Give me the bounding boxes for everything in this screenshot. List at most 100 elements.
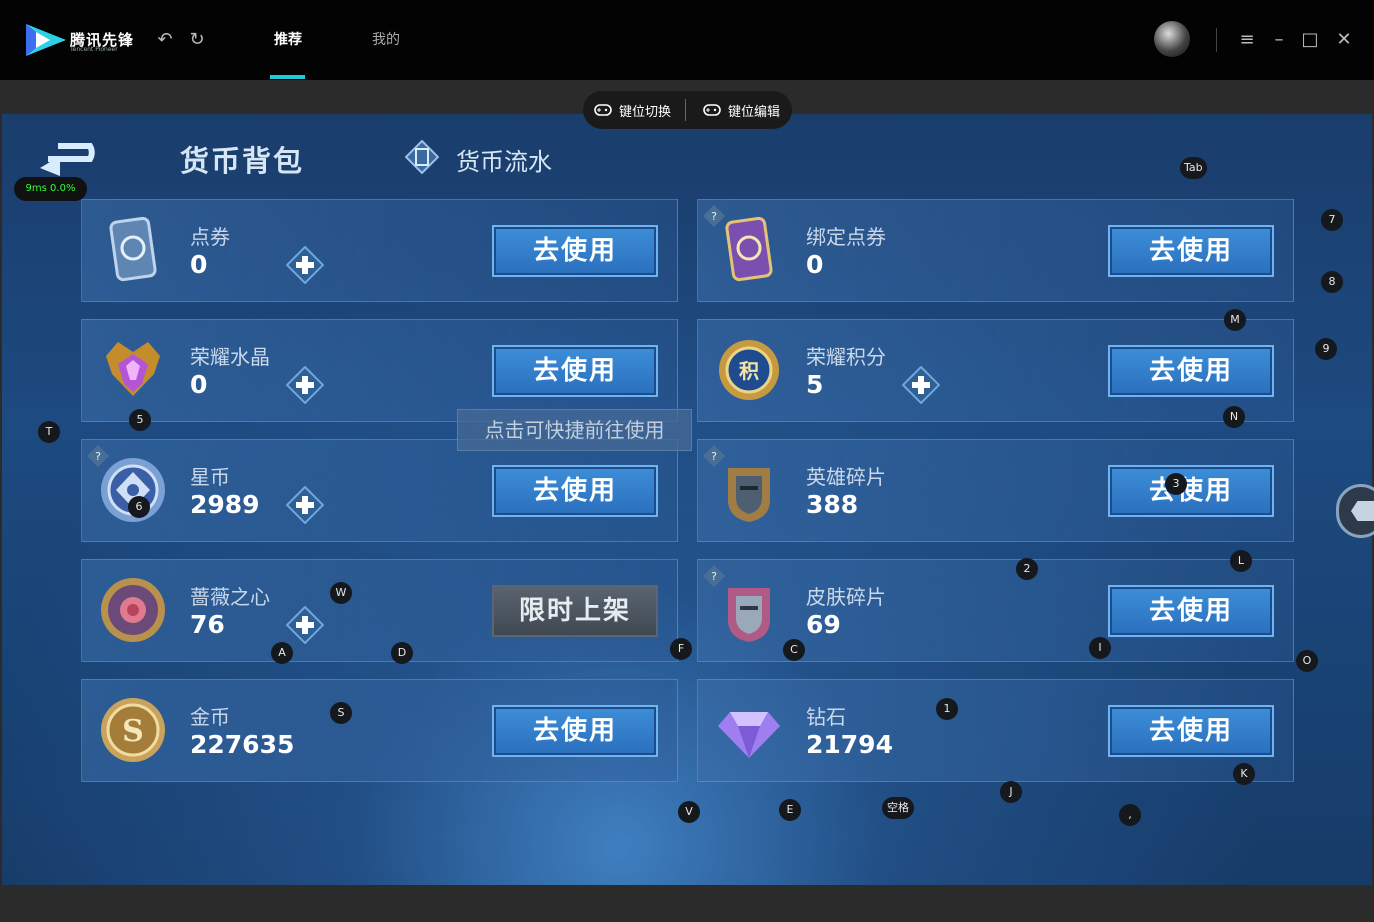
key-badge[interactable]: F xyxy=(670,638,692,660)
key-badge[interactable]: 2 xyxy=(1016,558,1038,580)
svg-text:积: 积 xyxy=(739,359,759,383)
add-icon[interactable] xyxy=(286,246,324,284)
diamond-icon xyxy=(718,712,780,758)
use-button[interactable]: 去使用 xyxy=(492,705,658,757)
use-button[interactable]: 去使用 xyxy=(492,345,658,397)
undo-icon[interactable]: ↶ xyxy=(154,29,176,51)
glory-points-icon: 积 xyxy=(719,340,779,400)
use-button[interactable]: 去使用 xyxy=(1108,585,1274,637)
currency-name: 金币 xyxy=(190,705,230,729)
tab-mine[interactable]: 我的 xyxy=(372,29,400,49)
currency-value: 227635 xyxy=(190,730,295,759)
quick-use-tooltip: 点击可快捷前往使用 xyxy=(457,409,692,451)
key-badge[interactable]: A xyxy=(271,642,293,664)
key-badge[interactable]: 8 xyxy=(1321,271,1343,293)
key-badge[interactable]: 空格 xyxy=(882,797,914,819)
gold-coin-icon: S xyxy=(101,698,165,762)
currency-name: 英雄碎片 xyxy=(806,465,886,489)
back-arrow-icon[interactable] xyxy=(38,142,106,176)
currency-name: 绑定点券 xyxy=(806,225,886,249)
currency-value: 388 xyxy=(806,490,859,519)
keymap-toolbar: 键位切换 键位编辑 xyxy=(583,91,792,129)
currency-name: 荣耀积分 xyxy=(806,345,886,369)
currency-card-star-coin: ? 星币 2989 去使用 xyxy=(81,439,678,542)
key-badge[interactable]: D xyxy=(391,642,413,664)
currency-value: 5 xyxy=(806,370,824,399)
key-badge[interactable]: N xyxy=(1223,406,1245,428)
key-badge[interactable]: W xyxy=(330,582,352,604)
currency-card-rose-heart: 蔷薇之心 76 限时上架 xyxy=(81,559,678,662)
latency-indicator: 9ms 0.0% xyxy=(14,177,87,201)
gamepad-icon xyxy=(703,104,721,116)
key-badge[interactable]: 9 xyxy=(1315,338,1337,360)
currency-card-glory-crystal: 荣耀水晶 0 去使用 xyxy=(81,319,678,422)
add-icon[interactable] xyxy=(286,366,324,404)
skin-fragment-icon xyxy=(728,588,770,642)
coupon-card-icon xyxy=(109,216,157,282)
key-badge[interactable]: O xyxy=(1296,650,1318,672)
currency-value: 0 xyxy=(806,250,824,279)
glory-crystal-icon xyxy=(106,342,160,396)
key-badge[interactable]: S xyxy=(330,702,352,724)
minimize-icon[interactable]: – xyxy=(1268,29,1290,51)
key-badge[interactable]: T xyxy=(38,421,60,443)
active-tab-indicator xyxy=(270,75,305,79)
currency-card-glory-points: 积 荣耀积分 5 去使用 xyxy=(697,319,1294,422)
key-badge[interactable]: 3 xyxy=(1165,473,1187,495)
keymap-edit-button[interactable]: 键位编辑 xyxy=(728,101,780,120)
currency-value: 69 xyxy=(806,610,841,639)
currency-name: 蔷薇之心 xyxy=(190,585,270,609)
use-button[interactable]: 去使用 xyxy=(1108,465,1274,517)
tab-currency-flow[interactable]: 货币流水 xyxy=(456,142,552,177)
key-badge[interactable]: , xyxy=(1119,804,1141,826)
add-icon[interactable] xyxy=(286,486,324,524)
currency-name: 点券 xyxy=(190,225,230,249)
currency-value: 0 xyxy=(190,250,208,279)
currency-name: 荣耀水晶 xyxy=(190,345,270,369)
app-logo-icon xyxy=(26,24,66,56)
add-icon[interactable] xyxy=(902,366,940,404)
key-badge[interactable]: V xyxy=(678,801,700,823)
close-icon[interactable]: ✕ xyxy=(1333,29,1355,51)
key-badge[interactable]: 5 xyxy=(129,409,151,431)
menu-icon[interactable]: ≡ xyxy=(1236,29,1258,51)
key-badge[interactable]: 1 xyxy=(936,698,958,720)
flow-diamond-icon xyxy=(405,140,439,174)
key-badge[interactable]: C xyxy=(783,639,805,661)
key-badge[interactable]: E xyxy=(779,799,801,821)
currency-card-coupon: 点券 0 去使用 xyxy=(81,199,678,302)
key-badge[interactable]: I xyxy=(1089,637,1111,659)
side-float-button[interactable] xyxy=(1336,484,1374,538)
currency-card-diamond: 钻石 21794 去使用 xyxy=(697,679,1294,782)
currency-card-gold-coin: S 金币 227635 去使用 xyxy=(81,679,678,782)
currency-value: 2989 xyxy=(190,490,260,519)
add-icon[interactable] xyxy=(286,606,324,644)
currency-card-bound-coupon: ? 绑定点券 0 去使用 xyxy=(697,199,1294,302)
use-button[interactable]: 去使用 xyxy=(1108,705,1274,757)
use-button[interactable]: 去使用 xyxy=(1108,345,1274,397)
key-badge[interactable]: 7 xyxy=(1321,209,1343,231)
tab-recommend[interactable]: 推荐 xyxy=(274,29,302,49)
use-button[interactable]: 去使用 xyxy=(1108,225,1274,277)
maximize-icon[interactable]: □ xyxy=(1299,29,1321,51)
svg-text:S: S xyxy=(122,714,144,749)
refresh-icon[interactable]: ↻ xyxy=(186,29,208,51)
key-badge[interactable]: M xyxy=(1224,309,1246,331)
currency-value: 76 xyxy=(190,610,225,639)
key-badge[interactable]: Tab xyxy=(1180,157,1207,179)
currency-value: 21794 xyxy=(806,730,893,759)
avatar[interactable] xyxy=(1154,21,1190,57)
key-badge[interactable]: J xyxy=(1000,781,1022,803)
use-button[interactable]: 去使用 xyxy=(492,225,658,277)
key-badge[interactable]: L xyxy=(1230,550,1252,572)
hero-fragment-icon xyxy=(728,468,770,522)
currency-card-hero-fragment: ? 英雄碎片 388 去使用 xyxy=(697,439,1294,542)
divider xyxy=(685,99,686,121)
app-subtitle: Tencent Pioneer xyxy=(70,46,118,53)
key-badge[interactable]: K xyxy=(1233,763,1255,785)
keymap-switch-button[interactable]: 键位切换 xyxy=(619,101,671,120)
use-button[interactable]: 去使用 xyxy=(492,465,658,517)
key-badge[interactable]: 6 xyxy=(128,496,150,518)
currency-name: 钻石 xyxy=(806,705,846,729)
rose-heart-icon xyxy=(101,578,165,642)
